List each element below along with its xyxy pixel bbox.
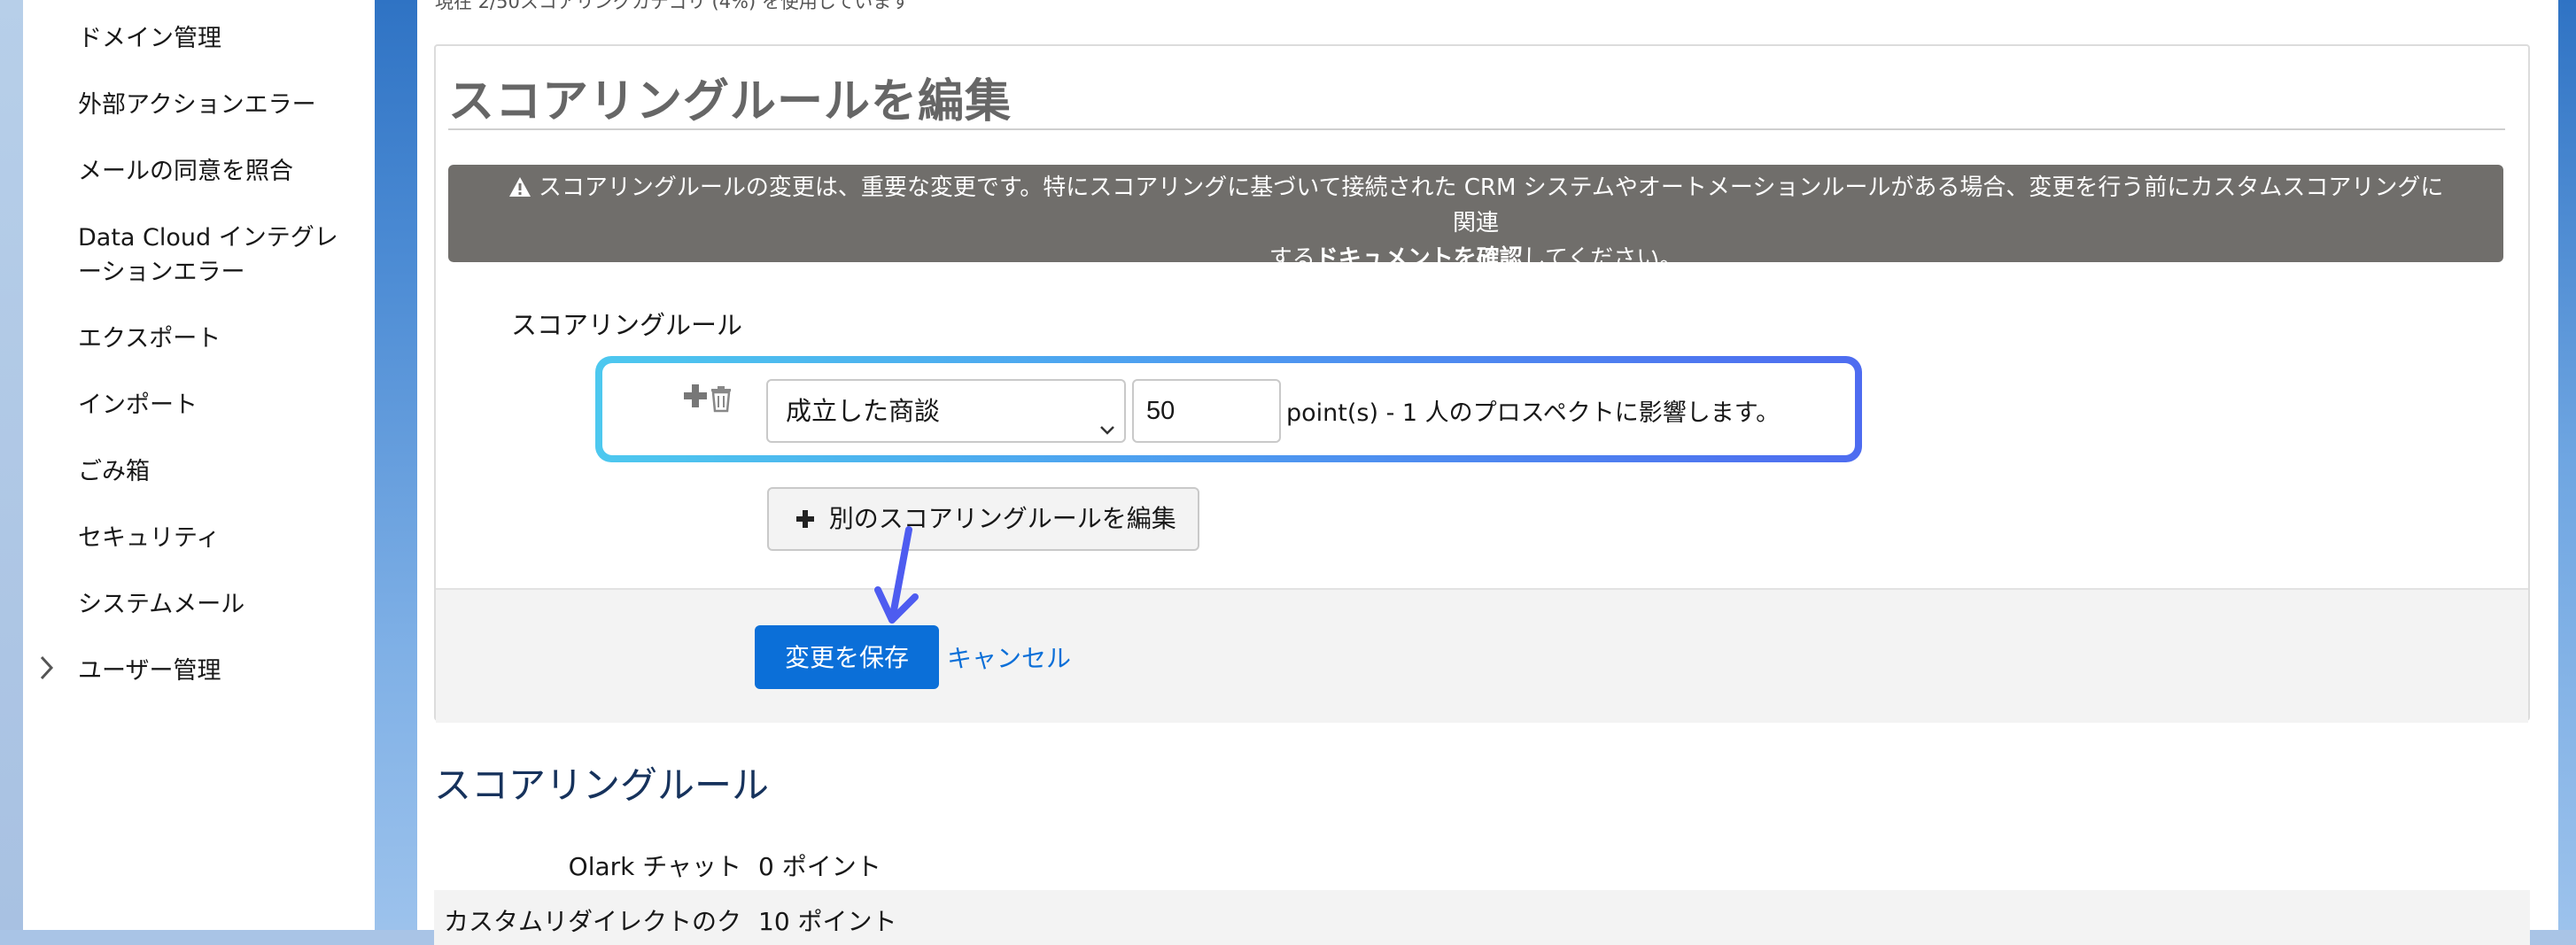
scoring-rules-section-title: スコアリングルール: [434, 763, 770, 807]
usage-info-text: 現在 2/50スコアリングカテゴリ (4%) を使用しています: [435, 0, 911, 12]
rule-name: カスタムリダイレクトのク: [443, 907, 741, 936]
main-content: 現在 2/50スコアリングカテゴリ (4%) を使用しています スコアリングルー…: [417, 0, 2558, 945]
title-divider: [448, 128, 2505, 130]
sidebar-item-export[interactable]: エクスポート: [78, 321, 361, 356]
rule-type-selected-value: 成立した商談: [786, 396, 941, 426]
form-footer: 変更を保存 キャンセル: [436, 588, 2528, 723]
chevron-down-icon: [1098, 400, 1117, 435]
sidebar-item-label: ーションエラー: [78, 259, 245, 286]
cancel-link[interactable]: キャンセル: [947, 639, 1071, 675]
rule-type-select[interactable]: 成立した商談: [766, 379, 1126, 443]
sidebar-item-external-action-errors[interactable]: 外部アクションエラー: [78, 88, 361, 122]
points-description: point(s) - 1 人のプロスペクトに影響します。: [1286, 399, 1781, 427]
warning-icon: [508, 174, 539, 201]
sidebar-item-recycle-bin[interactable]: ごみ箱: [78, 454, 361, 489]
add-scoring-rule-label: 別のスコアリングルールを編集: [828, 504, 1176, 533]
page-background-left: [0, 0, 23, 930]
scoring-rule-row: 成立した商談 point(s) - 1 人のプロスペクトに影響します。: [602, 363, 1855, 455]
warning-text: スコアリングルールの変更は、重要な変更です。特にスコアリングに基づいて接続された…: [538, 174, 2444, 236]
documentation-link[interactable]: ドキュメントを確認: [1315, 245, 1523, 272]
edit-scoring-rules-panel: スコアリングルールを編集 スコアリングルールの変更は、重要な変更です。特にスコア…: [434, 44, 2530, 723]
page-background-gap: [375, 0, 417, 930]
page-title: スコアリングルールを編集: [448, 75, 1013, 128]
add-icon[interactable]: [682, 383, 709, 409]
rule-points: 10 ポイント: [758, 907, 897, 936]
rule-name: Olark チャット: [568, 852, 741, 881]
sidebar-item-user-management[interactable]: ユーザー管理: [78, 654, 361, 688]
warning-banner: スコアリングルールの変更は、重要な変更です。特にスコアリングに基づいて接続された…: [448, 165, 2503, 272]
rule-points: 0 ポイント: [758, 852, 881, 881]
points-input[interactable]: [1132, 379, 1281, 443]
rule-row-highlight: 成立した商談 point(s) - 1 人のプロスペクトに影響します。: [595, 356, 1862, 462]
sidebar-item-system-email[interactable]: システムメール: [78, 587, 361, 622]
save-changes-button[interactable]: 変更を保存: [755, 625, 939, 689]
trash-icon[interactable]: [709, 384, 733, 413]
warning-text-end: してください。: [1522, 245, 1683, 272]
sidebar-item-label: Data Cloud インテグレ: [78, 224, 338, 252]
sidebar-item-import[interactable]: インポート: [78, 388, 361, 422]
sidebar: ドメイン管理 外部アクションエラー メールの同意を照合 Data Cloud イ…: [23, 0, 375, 930]
sidebar-item-domain-management[interactable]: ドメイン管理: [78, 21, 361, 56]
chevron-right-icon[interactable]: [39, 654, 55, 689]
page-background-right: [2558, 0, 2576, 930]
scoring-rule-label: スコアリングルール: [511, 310, 743, 340]
table-row: カスタムリダイレクトのク 10 ポイント: [434, 890, 2530, 945]
warning-text-cont: する: [1269, 245, 1315, 272]
table-row: Olark チャット 0 ポイント: [434, 835, 2530, 890]
plus-icon: [795, 504, 824, 533]
sidebar-item-email-consent[interactable]: メールの同意を照合: [78, 154, 361, 189]
sidebar-item-security[interactable]: セキュリティ: [78, 521, 361, 555]
sidebar-item-data-cloud-errors[interactable]: Data Cloud インテグレ ーションエラー: [78, 221, 361, 290]
add-scoring-rule-button[interactable]: 別のスコアリングルールを編集: [767, 487, 1199, 551]
